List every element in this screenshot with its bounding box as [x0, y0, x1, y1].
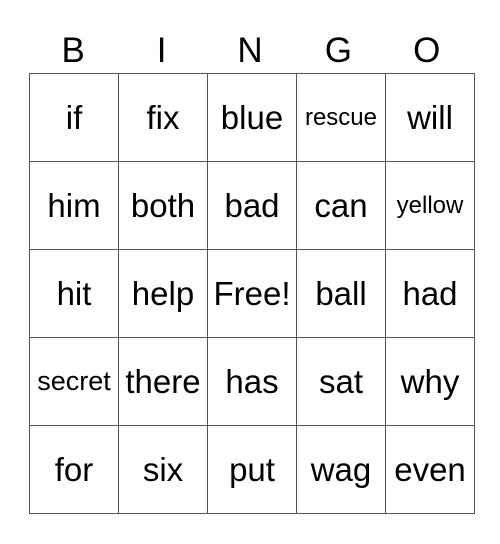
card-cell: hit [29, 249, 119, 338]
card-cell: even [385, 425, 475, 514]
card-cell: bad [207, 161, 297, 250]
card-cell: ball [296, 249, 386, 338]
card-row: for six put wag even [29, 425, 475, 514]
card-row: if fix blue rescue will [29, 73, 475, 162]
card-cell: will [385, 73, 475, 162]
card-cell: yellow [385, 161, 475, 250]
card-cell: help [118, 249, 208, 338]
card-cell: fix [118, 73, 208, 162]
card-cell: there [118, 337, 208, 426]
header-letter-i: I [156, 31, 167, 70]
card-cell: put [207, 425, 297, 514]
card-cell: why [385, 337, 475, 426]
card-cell: if [29, 73, 119, 162]
header-letter-b: B [61, 31, 85, 70]
card-cell: for [29, 425, 119, 514]
card-cell: both [118, 161, 208, 250]
card-row: hit help Free! ball had [29, 249, 475, 338]
bingo-header: B I N G O [29, 30, 471, 72]
card-cell: him [29, 161, 119, 250]
card-cell: six [118, 425, 208, 514]
free-space-cell: Free! [207, 249, 297, 338]
header-letter-o: O [413, 31, 441, 70]
card-cell: had [385, 249, 475, 338]
card-cell: has [207, 337, 297, 426]
bingo-card: if fix blue rescue will him both bad can… [29, 73, 475, 514]
card-cell: sat [296, 337, 386, 426]
card-row: secret there has sat why [29, 337, 475, 426]
card-row: him both bad can yellow [29, 161, 475, 250]
card-cell: can [296, 161, 386, 250]
header-letter-g: G [324, 31, 352, 70]
card-cell: wag [296, 425, 386, 514]
card-cell: blue [207, 73, 297, 162]
card-cell: secret [29, 337, 119, 426]
card-cell: rescue [296, 73, 386, 162]
header-letter-n: N [237, 31, 263, 70]
